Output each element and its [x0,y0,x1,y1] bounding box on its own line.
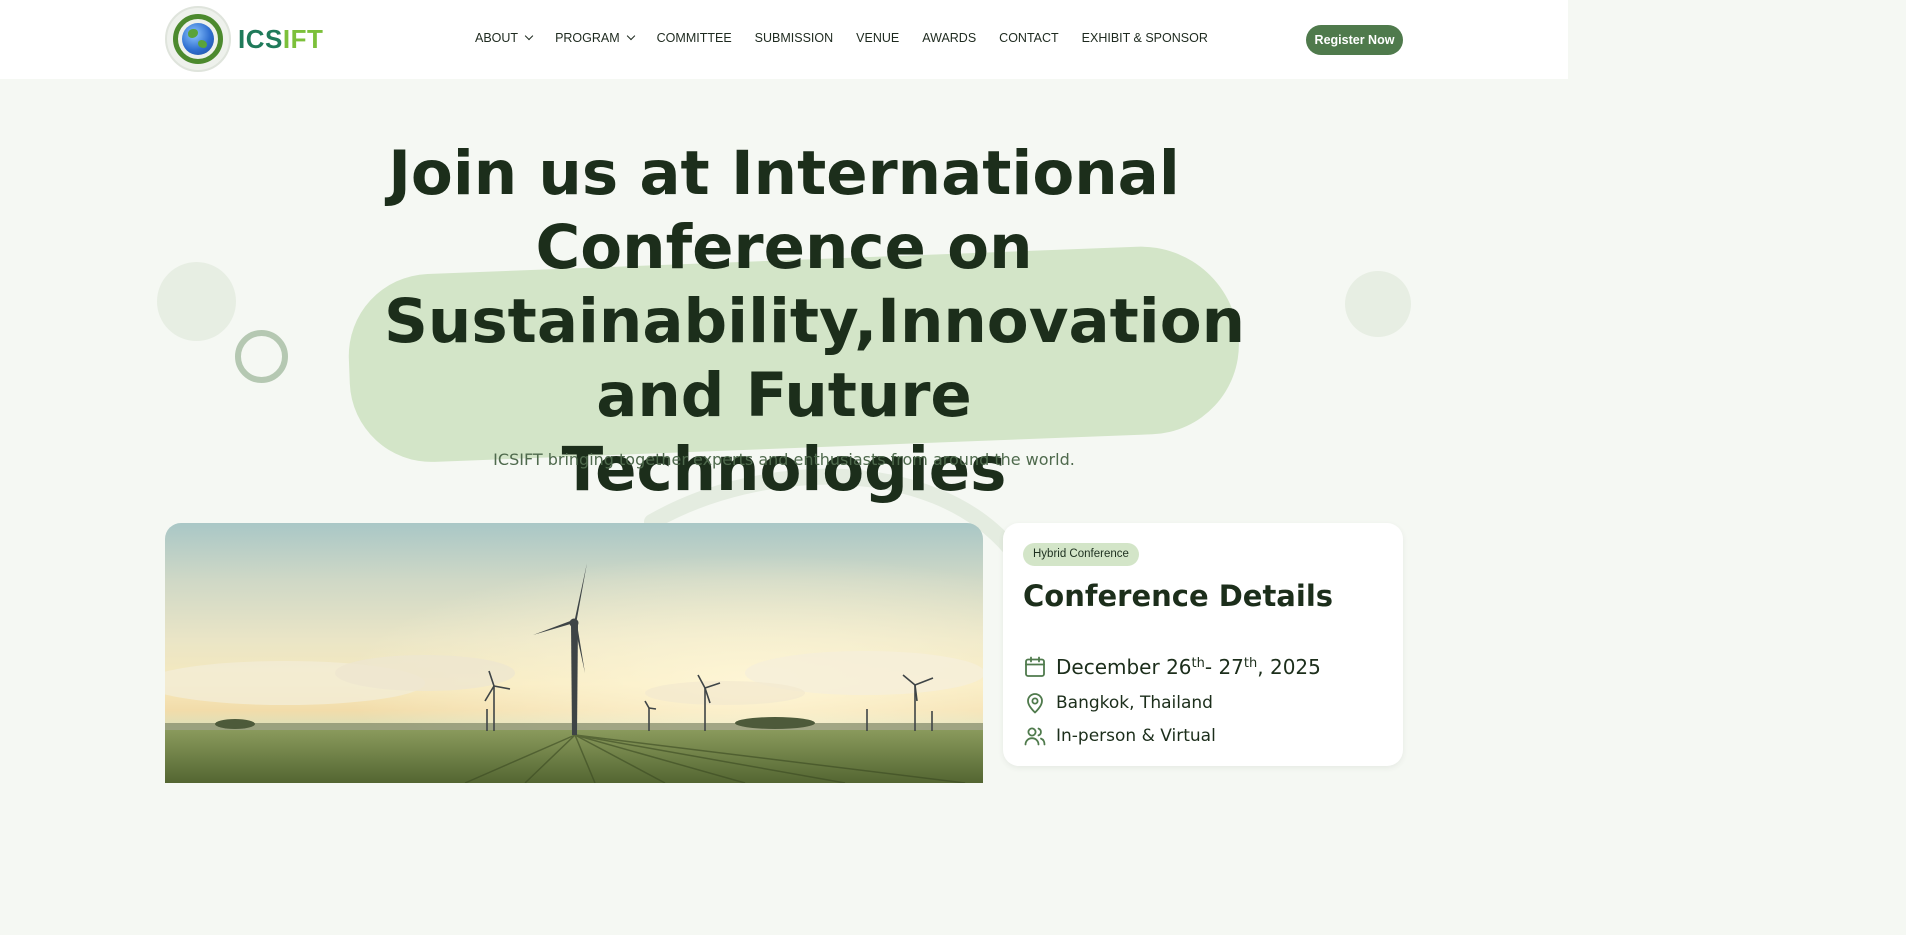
hero-title-line: and Future Technologies [561,360,1007,505]
hero-subtitle: ICSIFT bringing together experts and ent… [493,450,1075,469]
calendar-icon [1025,656,1045,677]
mode-text: In-person & Virtual [1056,726,1216,746]
hero-title-line: Join us at International [388,138,1180,209]
date-suffix1: th [1191,656,1205,671]
date-year: , 2025 [1257,655,1321,679]
location-row: Bangkok, Thailand [1023,691,1213,715]
map-pin-icon [1027,693,1043,714]
conference-details-card: Hybrid Conference Conference Details Dec… [1003,523,1403,766]
hybrid-badge: Hybrid Conference [1023,543,1139,566]
hero-title-line: Sustainability,Innovation [384,286,1246,357]
wind-turbines-image [165,523,983,783]
mode-row: In-person & Virtual [1023,724,1216,748]
date-row: December 26th- 27th, 2025 [1023,655,1321,679]
users-icon [1024,727,1046,746]
date-day1: December 26 [1056,655,1192,679]
date-text: December 26th- 27th, 2025 [1056,655,1321,679]
location-text: Bangkok, Thailand [1056,693,1213,713]
date-mid: - 27 [1204,655,1244,679]
hero-title-line: Conference on [535,212,1033,283]
date-suffix2: th [1243,656,1258,671]
details-title: Conference Details [1023,579,1334,613]
